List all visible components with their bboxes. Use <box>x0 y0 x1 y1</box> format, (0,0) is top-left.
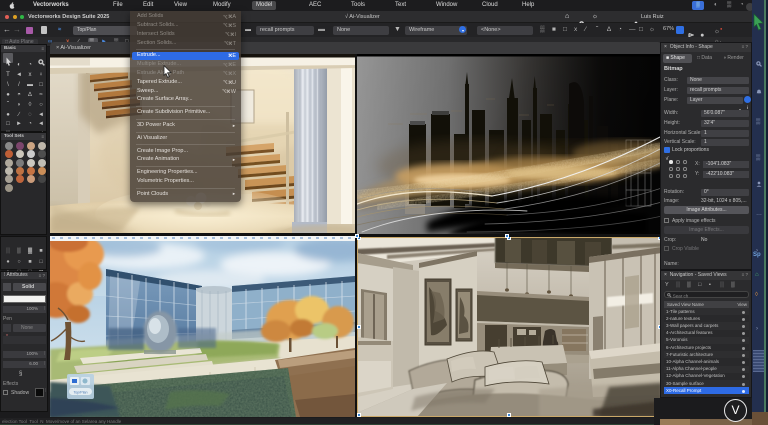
svg-text:Top/Plan: Top/Plan <box>74 390 88 394</box>
